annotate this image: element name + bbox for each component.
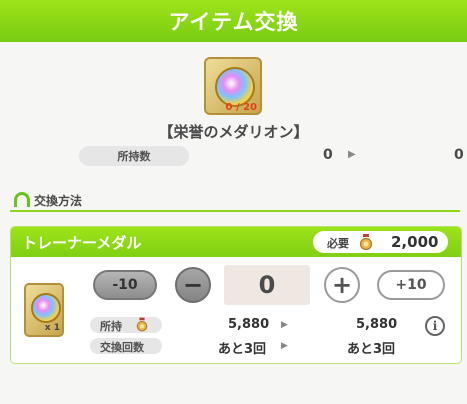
held-after: 5,880 [356,317,398,332]
arrow-right-icon: ▶ [348,149,356,160]
times-label-pill: 交換回数 [90,338,162,354]
times-before: あと3回 [218,342,267,357]
medallion-coin [215,67,255,107]
header-bar: アイテム交換 [0,0,467,42]
owned-before: 0 [323,147,333,163]
held-label-pill: 所持 [90,317,162,333]
times-after: あと3回 [347,342,396,357]
arrow-right-icon: ▶ [281,341,288,351]
held-label: 所持 [100,320,122,333]
medallion-icon: 0 / 20 [204,57,262,115]
section-header: 交換方法 [10,190,460,212]
horseshoe-icon [14,192,30,207]
page-title: アイテム交換 [168,10,299,34]
item-name: 【栄誉のメダリオン】 [158,123,309,141]
exchange-card: トレーナーメダル 必要 2,000 x 1 -10 − 0 + +10 所持 5… [10,226,462,364]
minus-button[interactable]: − [175,267,211,303]
owned-after: 0 [454,147,464,163]
section-title: 交換方法 [34,194,83,208]
owned-label: 所持数 [79,146,189,166]
owned-row: 所持数 0 ▶ 0 [79,146,464,166]
plus-ten-button[interactable]: +10 [377,270,445,300]
arrow-right-icon: ▶ [281,320,288,330]
trainer-medal-thumbnail: x 1 [24,283,64,337]
cost-value: 2,000 [391,233,439,251]
cost-pill: 必要 2,000 [313,231,448,253]
cost-label: 必要 [327,237,349,250]
held-before: 5,880 [228,317,270,332]
thumbnail-quantity: x 1 [44,323,60,333]
medallion-coin [31,293,61,323]
exchange-card-header: トレーナーメダル 必要 2,000 [11,227,461,257]
times-label: 交換回数 [100,341,144,354]
minus-ten-button[interactable]: -10 [93,270,157,300]
medallion-count: 0 / 20 [225,102,258,113]
medal-bag-icon [136,317,148,332]
info-icon[interactable]: i [425,316,445,336]
exchange-title: トレーナーメダル [22,234,142,252]
quantity-display: 0 [224,265,310,305]
plus-button[interactable]: + [324,267,360,303]
medal-bag-icon [359,234,373,250]
